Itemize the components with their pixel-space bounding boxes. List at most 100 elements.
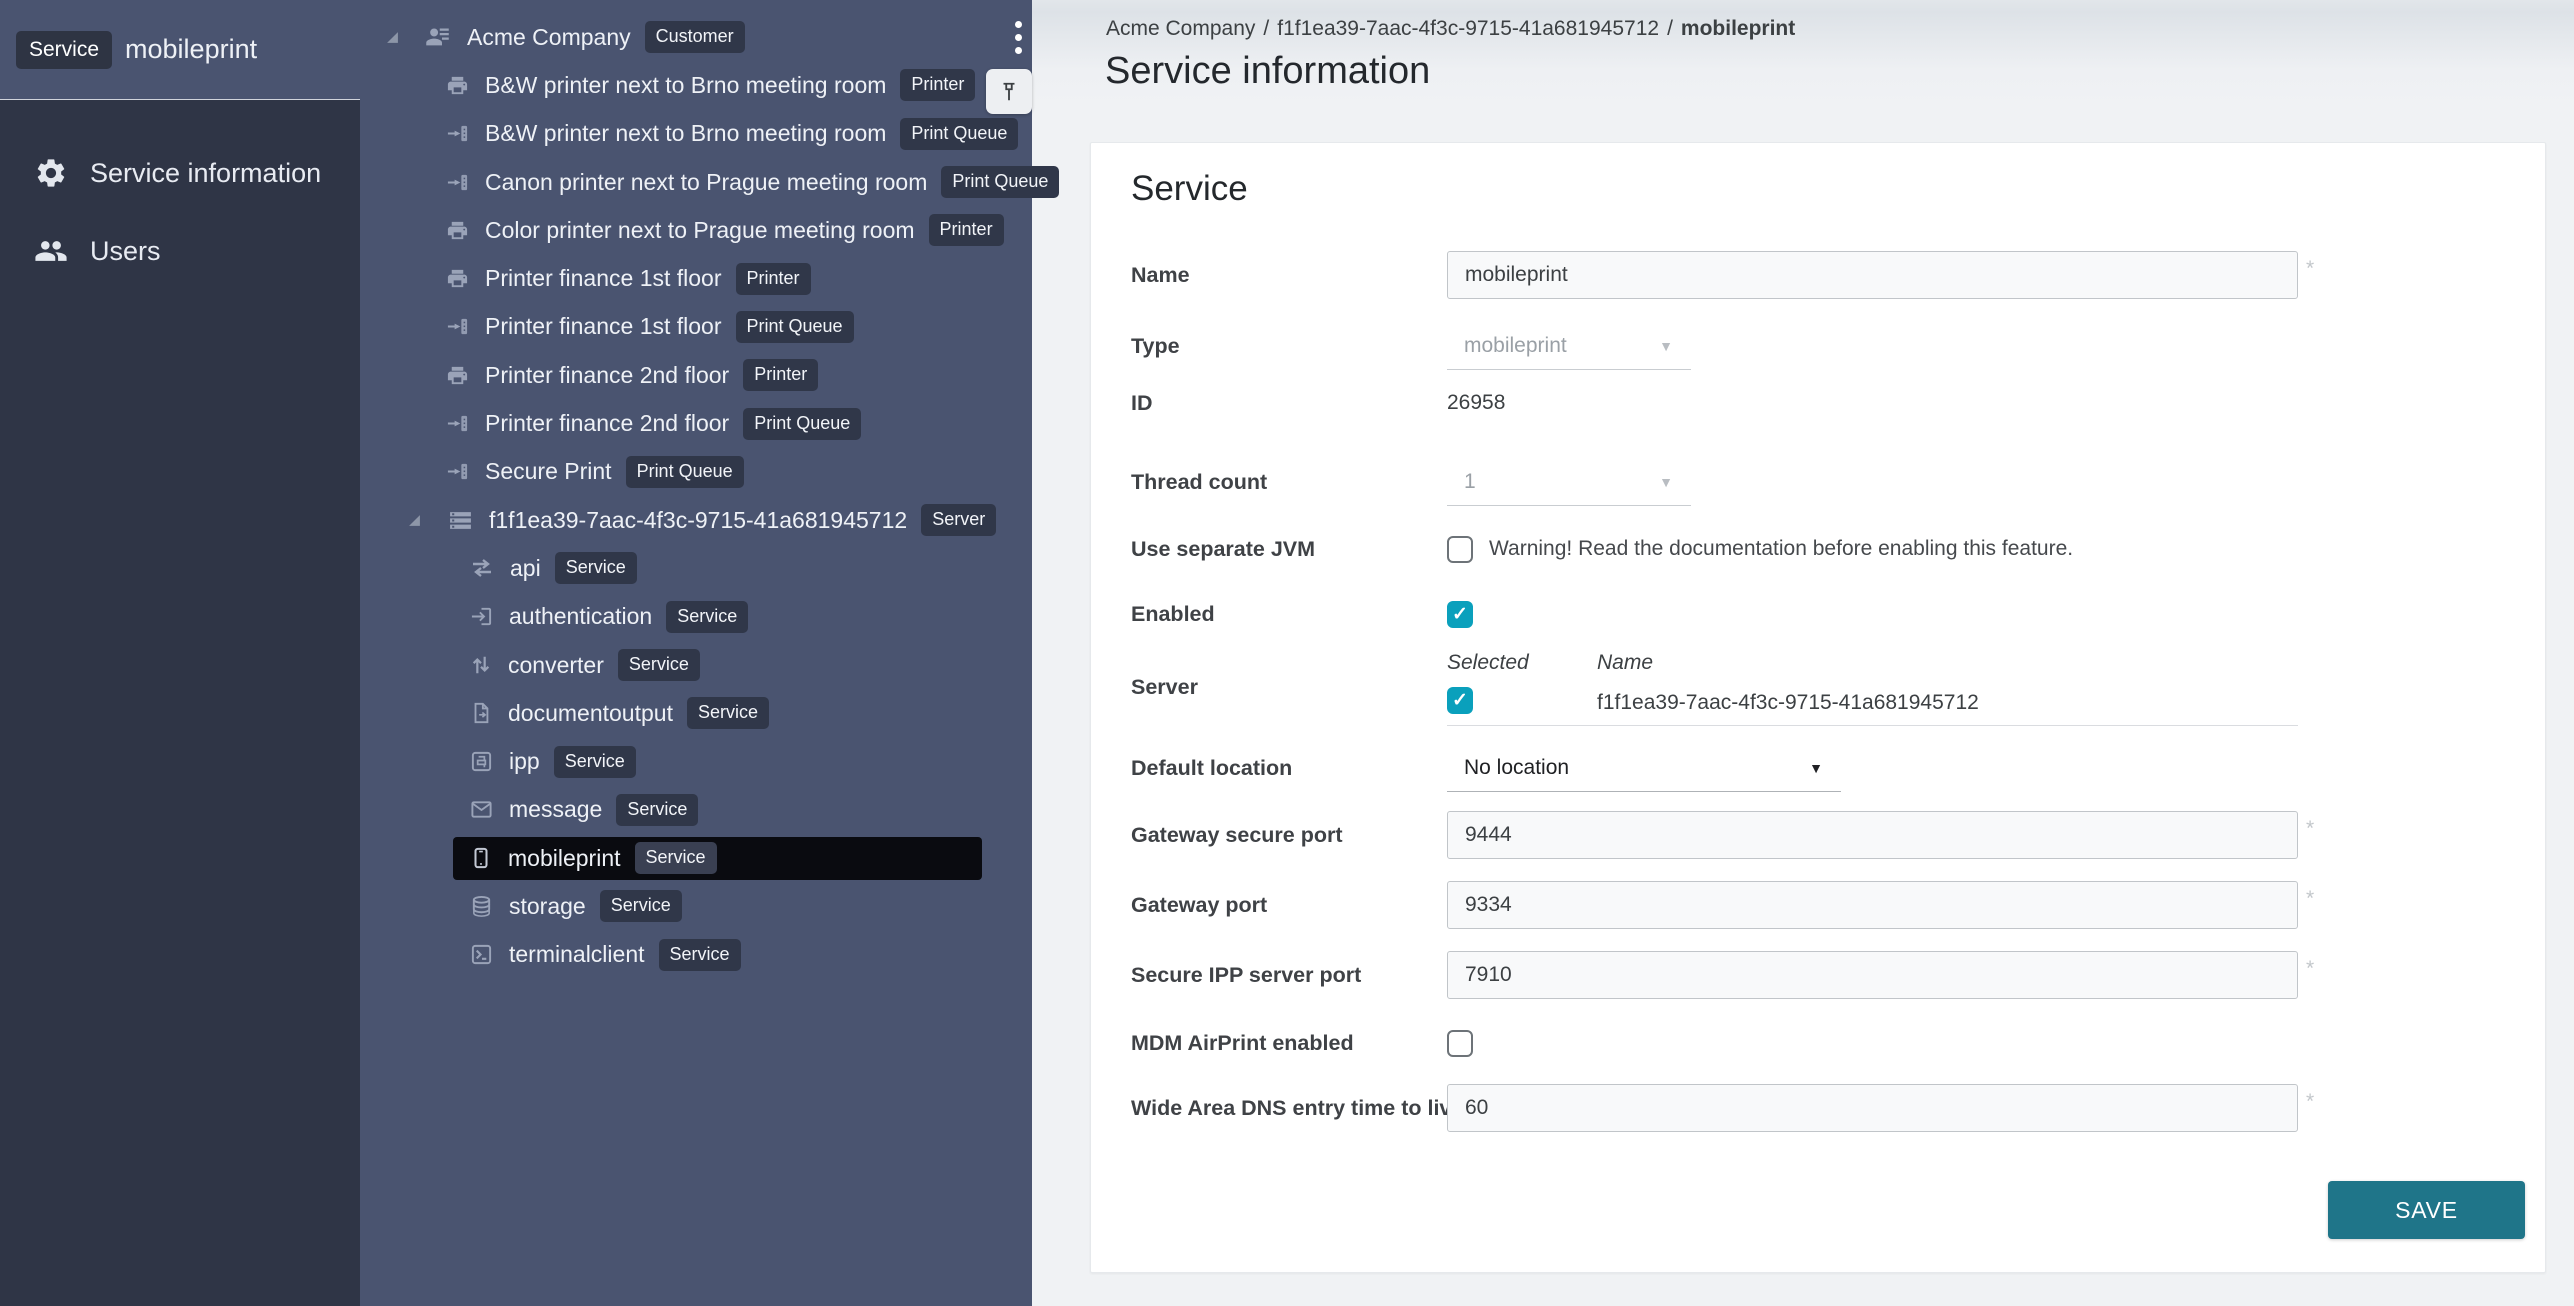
service-name-title: mobileprint [125, 34, 257, 65]
kebab-menu-icon[interactable] [1000, 14, 1036, 60]
sidebar: Service mobileprint Service information … [0, 0, 360, 1306]
service-form-card: Service Name * Type mobileprint ▼ ID 269… [1090, 142, 2546, 1273]
tree-item-type-badge: Customer [645, 21, 745, 53]
wide-area-dns-ttl-label: Wide Area DNS entry time to live [1131, 1084, 1447, 1132]
printer-icon [446, 267, 469, 290]
chevron-down-icon: ▼ [1659, 338, 1673, 354]
sidebar-nav: Service information Users [0, 100, 360, 299]
login-icon [470, 605, 493, 628]
tree-item-label: storage [509, 893, 586, 920]
tree-item-authentication[interactable]: authenticationService [360, 593, 1032, 641]
gateway-port-input[interactable] [1447, 881, 2298, 929]
tree-item-b-w-printer-next-to-brno-meeting-room[interactable]: B&W printer next to Brno meeting room Pri… [360, 61, 1032, 109]
thread-count-select: 1 ▼ [1447, 458, 1691, 506]
enabled-checkbox[interactable] [1447, 601, 1473, 628]
default-location-select[interactable]: No location ▼ [1447, 744, 1841, 792]
tree-item-label: Printer finance 1st floor [485, 265, 722, 292]
server-table-row: f1f1ea39-7aac-4f3c-9715-41a681945712 [1447, 680, 2298, 726]
tree-item-api[interactable]: apiService [360, 544, 1032, 592]
mdm-airprint-checkbox[interactable] [1447, 1030, 1473, 1057]
tree-item-type-badge: Printer [900, 69, 975, 101]
server-table-header: Selected Name [1447, 648, 2298, 678]
tree-item-secure-print[interactable]: Secure PrintPrint Queue [360, 448, 1032, 496]
breadcrumb-segment[interactable]: Acme Company [1106, 17, 1255, 40]
tree-item-type-badge: Service [555, 552, 637, 584]
sidebar-item-service-information[interactable]: Service information [0, 143, 360, 203]
required-asterisk: * [2306, 1090, 2314, 1114]
tree-item-type-badge: Service [618, 649, 700, 681]
tree-item-ipp[interactable]: ippService [360, 737, 1032, 785]
print-queue-icon [446, 460, 469, 483]
tree-item-documentoutput[interactable]: documentoutputService [360, 689, 1032, 737]
tree-item-canon-printer-next-to-prague-meeting-roo[interactable]: Canon printer next to Prague meeting roo… [360, 158, 1032, 206]
breadcrumb-separator: / [1263, 17, 1269, 40]
page-title: Service information [1105, 50, 1430, 93]
thread-count-label: Thread count [1131, 458, 1447, 506]
wide-area-dns-ttl-input[interactable] [1447, 1084, 2298, 1132]
enabled-label: Enabled [1131, 590, 1447, 638]
form-row-gateway-port: Gateway port * [1131, 881, 2525, 929]
tree-item-label: Secure Print [485, 458, 612, 485]
expand-triangle-icon[interactable] [386, 31, 399, 44]
document-output-icon [470, 702, 492, 724]
tree-item-type-badge: Service [616, 794, 698, 826]
tree-item-printer-finance-2nd-floor[interactable]: Printer finance 2nd floorPrinter [360, 351, 1032, 399]
chevron-down-icon: ▼ [1809, 760, 1823, 776]
secure-ipp-server-port-input[interactable] [1447, 951, 2298, 999]
tree-item-type-badge: Service [659, 939, 741, 971]
tree-item-terminalclient[interactable]: terminalclientService [360, 931, 1032, 979]
swap-vertical-icon [470, 654, 492, 676]
tree-item-label: B&W printer next to Brno meeting room [485, 72, 886, 99]
entity-tree: Acme CompanyCustomer B&W printer next to … [360, 13, 1032, 979]
tree-item-color-printer-next-to-prague-meeting-roo[interactable]: Color printer next to Prague meeting roo… [360, 206, 1032, 254]
required-asterisk: * [2306, 817, 2314, 841]
tree-item-label: Color printer next to Prague meeting roo… [485, 217, 915, 244]
breadcrumb-separator: / [1667, 17, 1673, 40]
tree-item-converter[interactable]: converterService [360, 641, 1032, 689]
gateway-secure-port-label: Gateway secure port [1131, 811, 1447, 859]
save-button[interactable]: SAVE [2328, 1181, 2525, 1239]
tree-item-type-badge: Print Queue [743, 408, 861, 440]
tree-item-label: Printer finance 1st floor [485, 313, 722, 340]
server-label: Server [1131, 648, 1447, 726]
tree-item-acme-company[interactable]: Acme CompanyCustomer [360, 13, 1032, 61]
tree-item-type-badge: Printer [743, 359, 818, 391]
breadcrumb-segment[interactable]: f1f1ea39-7aac-4f3c-9715-41a681945712 [1277, 17, 1659, 40]
tree-item-printer-finance-2nd-floor[interactable]: Printer finance 2nd floorPrint Queue [360, 399, 1032, 447]
chevron-down-icon: ▼ [1659, 474, 1673, 490]
sidebar-item-users[interactable]: Users [0, 221, 360, 281]
tree-item-type-badge: Service [554, 746, 636, 778]
gateway-secure-port-input[interactable] [1447, 811, 2298, 859]
gateway-port-label: Gateway port [1131, 881, 1447, 929]
required-asterisk: * [2306, 957, 2314, 981]
tree-item-printer-finance-1st-floor[interactable]: Printer finance 1st floorPrint Queue [360, 303, 1032, 351]
print-queue-icon [446, 315, 469, 338]
form-row-id: ID 26958 [1131, 379, 2525, 427]
entity-tree-panel: Acme CompanyCustomer B&W printer next to … [360, 0, 1032, 1306]
tree-item-storage[interactable]: storageService [360, 882, 1032, 930]
tree-item-b-w-printer-next-to-brno-meeting-room[interactable]: B&W printer next to Brno meeting roomPri… [360, 110, 1032, 158]
tree-item-mobileprint[interactable]: mobileprintService [360, 834, 1032, 882]
required-asterisk: * [2306, 257, 2314, 281]
sidebar-header: Service mobileprint [0, 0, 360, 100]
form-row-mdm-airprint: MDM AirPrint enabled [1131, 1019, 2525, 1067]
tree-item-printer-finance-1st-floor[interactable]: Printer finance 1st floor Printer [360, 254, 1032, 302]
breadcrumb-segment: mobileprint [1681, 17, 1795, 40]
pin-panel-button[interactable] [986, 69, 1032, 114]
required-asterisk: * [2306, 887, 2314, 911]
expand-triangle-icon[interactable] [408, 514, 421, 527]
use-separate-jvm-checkbox[interactable] [1447, 536, 1473, 563]
print-queue-icon [446, 171, 469, 194]
tree-item-label: documentoutput [508, 700, 673, 727]
id-value: 26958 [1447, 379, 1505, 427]
printer-icon [446, 219, 469, 242]
tree-item-f1f1ea39-7aac-4f3c-9715-41a681945712[interactable]: f1f1ea39-7aac-4f3c-9715-41a681945712Serv… [360, 496, 1032, 544]
main-content: Acme Company / f1f1ea39-7aac-4f3c-9715-41a… [1032, 0, 2574, 1306]
form-row-default-location: Default location No location ▼ [1131, 744, 2525, 792]
tree-item-message[interactable]: messageService [360, 786, 1032, 834]
tree-item-type-badge: Printer [736, 263, 811, 295]
tree-item-label: B&W printer next to Brno meeting room [485, 120, 886, 147]
name-input[interactable] [1447, 251, 2298, 299]
server-selected-checkbox[interactable] [1447, 687, 1473, 714]
form-row-thread-count: Thread count 1 ▼ [1131, 458, 2525, 506]
